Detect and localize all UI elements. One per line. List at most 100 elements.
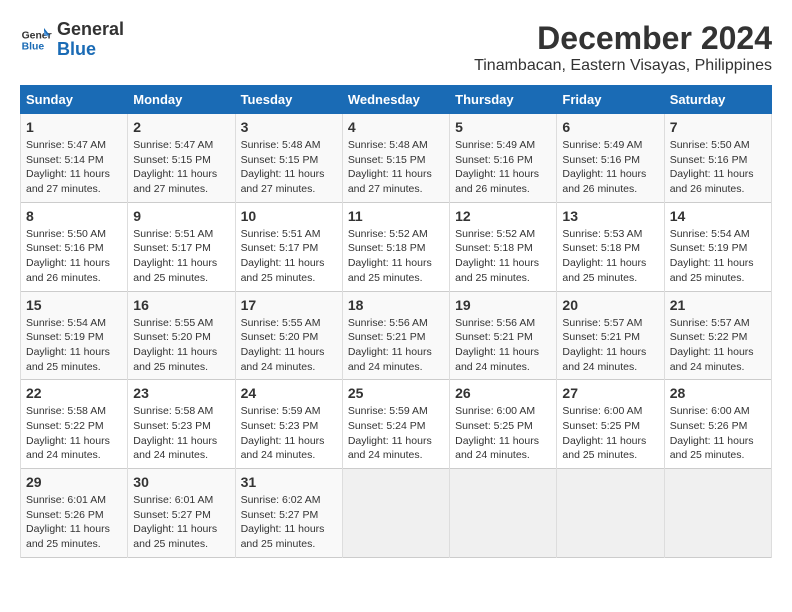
header-sunday: Sunday [21, 86, 128, 114]
day-info: Sunrise: 5:48 AMSunset: 5:15 PMDaylight:… [348, 138, 444, 197]
day-info: Sunrise: 5:56 AMSunset: 5:21 PMDaylight:… [455, 316, 551, 375]
day-info: Sunrise: 5:51 AMSunset: 5:17 PMDaylight:… [133, 227, 229, 286]
table-row [664, 469, 771, 558]
table-row: 23Sunrise: 5:58 AMSunset: 5:23 PMDayligh… [128, 380, 235, 469]
day-info: Sunrise: 5:59 AMSunset: 5:23 PMDaylight:… [241, 404, 337, 463]
day-info: Sunrise: 5:53 AMSunset: 5:18 PMDaylight:… [562, 227, 658, 286]
logo-text: GeneralBlue [57, 20, 124, 60]
table-row [557, 469, 664, 558]
day-number: 4 [348, 119, 444, 135]
day-info: Sunrise: 6:01 AMSunset: 5:26 PMDaylight:… [26, 493, 122, 552]
day-info: Sunrise: 5:49 AMSunset: 5:16 PMDaylight:… [562, 138, 658, 197]
table-row: 20 Sunrise: 5:57 AMSunset: 5:21 PMDayligh… [557, 291, 664, 380]
day-number: 21 [670, 297, 766, 313]
day-info: Sunrise: 5:54 AMSunset: 5:19 PMDaylight:… [670, 227, 766, 286]
logo-icon: General Blue [20, 24, 52, 56]
calendar-week-row: 29Sunrise: 6:01 AMSunset: 5:26 PMDayligh… [21, 469, 772, 558]
day-number: 20 [562, 297, 658, 313]
day-number: 6 [562, 119, 658, 135]
calendar-header-row: Sunday Monday Tuesday Wednesday Thursday… [21, 86, 772, 114]
table-row: 14 Sunrise: 5:54 AMSunset: 5:19 PMDayligh… [664, 202, 771, 291]
day-info: Sunrise: 5:55 AMSunset: 5:20 PMDaylight:… [133, 316, 229, 375]
table-row: 18 Sunrise: 5:56 AMSunset: 5:21 PMDayligh… [342, 291, 449, 380]
table-row: 25 Sunrise: 5:59 AMSunset: 5:24 PMDayligh… [342, 380, 449, 469]
table-row: 6 Sunrise: 5:49 AMSunset: 5:16 PMDaylight… [557, 114, 664, 203]
table-row: 9 Sunrise: 5:51 AMSunset: 5:17 PMDaylight… [128, 202, 235, 291]
table-row [450, 469, 557, 558]
calendar-week-row: 8 Sunrise: 5:50 AMSunset: 5:16 PMDaylight… [21, 202, 772, 291]
page-title: December 2024 [474, 20, 772, 57]
day-info: Sunrise: 5:52 AMSunset: 5:18 PMDaylight:… [455, 227, 551, 286]
header-tuesday: Tuesday [235, 86, 342, 114]
day-info: Sunrise: 5:52 AMSunset: 5:18 PMDaylight:… [348, 227, 444, 286]
header-wednesday: Wednesday [342, 86, 449, 114]
day-number: 19 [455, 297, 551, 313]
day-number: 26 [455, 385, 551, 401]
day-info: Sunrise: 5:51 AMSunset: 5:17 PMDaylight:… [241, 227, 337, 286]
day-number: 18 [348, 297, 444, 313]
logo: General Blue GeneralBlue [20, 20, 124, 60]
table-row: 17Sunrise: 5:55 AMSunset: 5:20 PMDayligh… [235, 291, 342, 380]
day-info: Sunrise: 6:00 AMSunset: 5:26 PMDaylight:… [670, 404, 766, 463]
title-block: December 2024 Tinambacan, Eastern Visaya… [474, 20, 772, 75]
day-number: 10 [241, 208, 337, 224]
day-info: Sunrise: 6:00 AMSunset: 5:25 PMDaylight:… [455, 404, 551, 463]
day-info: Sunrise: 6:01 AMSunset: 5:27 PMDaylight:… [133, 493, 229, 552]
table-row: 8 Sunrise: 5:50 AMSunset: 5:16 PMDaylight… [21, 202, 128, 291]
day-number: 24 [241, 385, 337, 401]
day-number: 14 [670, 208, 766, 224]
day-number: 30 [133, 474, 229, 490]
table-row: 5Sunrise: 5:49 AMSunset: 5:16 PMDaylight… [450, 114, 557, 203]
table-row: 2Sunrise: 5:47 AMSunset: 5:15 PMDaylight… [128, 114, 235, 203]
calendar-week-row: 22 Sunrise: 5:58 AMSunset: 5:22 PMDayligh… [21, 380, 772, 469]
table-row: 3Sunrise: 5:48 AMSunset: 5:15 PMDaylight… [235, 114, 342, 203]
day-number: 11 [348, 208, 444, 224]
day-number: 22 [26, 385, 122, 401]
day-info: Sunrise: 5:57 AMSunset: 5:22 PMDaylight:… [670, 316, 766, 375]
table-row: 19 Sunrise: 5:56 AMSunset: 5:21 PMDayligh… [450, 291, 557, 380]
day-number: 16 [133, 297, 229, 313]
day-info: Sunrise: 5:50 AMSunset: 5:16 PMDaylight:… [670, 138, 766, 197]
table-row: 12 Sunrise: 5:52 AMSunset: 5:18 PMDayligh… [450, 202, 557, 291]
header-thursday: Thursday [450, 86, 557, 114]
table-row: 4 Sunrise: 5:48 AMSunset: 5:15 PMDaylight… [342, 114, 449, 203]
header-friday: Friday [557, 86, 664, 114]
header-saturday: Saturday [664, 86, 771, 114]
day-info: Sunrise: 5:47 AMSunset: 5:15 PMDaylight:… [133, 138, 229, 197]
day-number: 27 [562, 385, 658, 401]
day-info: Sunrise: 5:47 AMSunset: 5:14 PMDaylight:… [26, 138, 122, 197]
day-number: 28 [670, 385, 766, 401]
day-info: Sunrise: 5:58 AMSunset: 5:22 PMDaylight:… [26, 404, 122, 463]
day-info: Sunrise: 5:59 AMSunset: 5:24 PMDaylight:… [348, 404, 444, 463]
table-row: 15Sunrise: 5:54 AMSunset: 5:19 PMDayligh… [21, 291, 128, 380]
table-row: 13 Sunrise: 5:53 AMSunset: 5:18 PMDayligh… [557, 202, 664, 291]
table-row: 21 Sunrise: 5:57 AMSunset: 5:22 PMDayligh… [664, 291, 771, 380]
table-row: 24 Sunrise: 5:59 AMSunset: 5:23 PMDayligh… [235, 380, 342, 469]
table-row: 28 Sunrise: 6:00 AMSunset: 5:26 PMDayligh… [664, 380, 771, 469]
day-info: Sunrise: 6:02 AMSunset: 5:27 PMDaylight:… [241, 493, 337, 552]
calendar-week-row: 15Sunrise: 5:54 AMSunset: 5:19 PMDayligh… [21, 291, 772, 380]
header-monday: Monday [128, 86, 235, 114]
day-info: Sunrise: 5:50 AMSunset: 5:16 PMDaylight:… [26, 227, 122, 286]
day-number: 13 [562, 208, 658, 224]
table-row: 7 Sunrise: 5:50 AMSunset: 5:16 PMDaylight… [664, 114, 771, 203]
day-number: 7 [670, 119, 766, 135]
day-number: 9 [133, 208, 229, 224]
day-number: 12 [455, 208, 551, 224]
table-row: 16 Sunrise: 5:55 AMSunset: 5:20 PMDayligh… [128, 291, 235, 380]
calendar-week-row: 1 Sunrise: 5:47 AMSunset: 5:14 PMDaylight… [21, 114, 772, 203]
day-number: 25 [348, 385, 444, 401]
day-info: Sunrise: 5:56 AMSunset: 5:21 PMDaylight:… [348, 316, 444, 375]
table-row: 27Sunrise: 6:00 AMSunset: 5:25 PMDayligh… [557, 380, 664, 469]
page-header: General Blue GeneralBlue December 2024 T… [20, 20, 772, 75]
table-row: 26 Sunrise: 6:00 AMSunset: 5:25 PMDayligh… [450, 380, 557, 469]
day-number: 31 [241, 474, 337, 490]
table-row: 31 Sunrise: 6:02 AMSunset: 5:27 PMDayligh… [235, 469, 342, 558]
table-row: 29Sunrise: 6:01 AMSunset: 5:26 PMDayligh… [21, 469, 128, 558]
day-info: Sunrise: 5:57 AMSunset: 5:21 PMDaylight:… [562, 316, 658, 375]
day-number: 1 [26, 119, 122, 135]
day-number: 8 [26, 208, 122, 224]
day-info: Sunrise: 5:49 AMSunset: 5:16 PMDaylight:… [455, 138, 551, 197]
table-row [342, 469, 449, 558]
day-info: Sunrise: 5:48 AMSunset: 5:15 PMDaylight:… [241, 138, 337, 197]
